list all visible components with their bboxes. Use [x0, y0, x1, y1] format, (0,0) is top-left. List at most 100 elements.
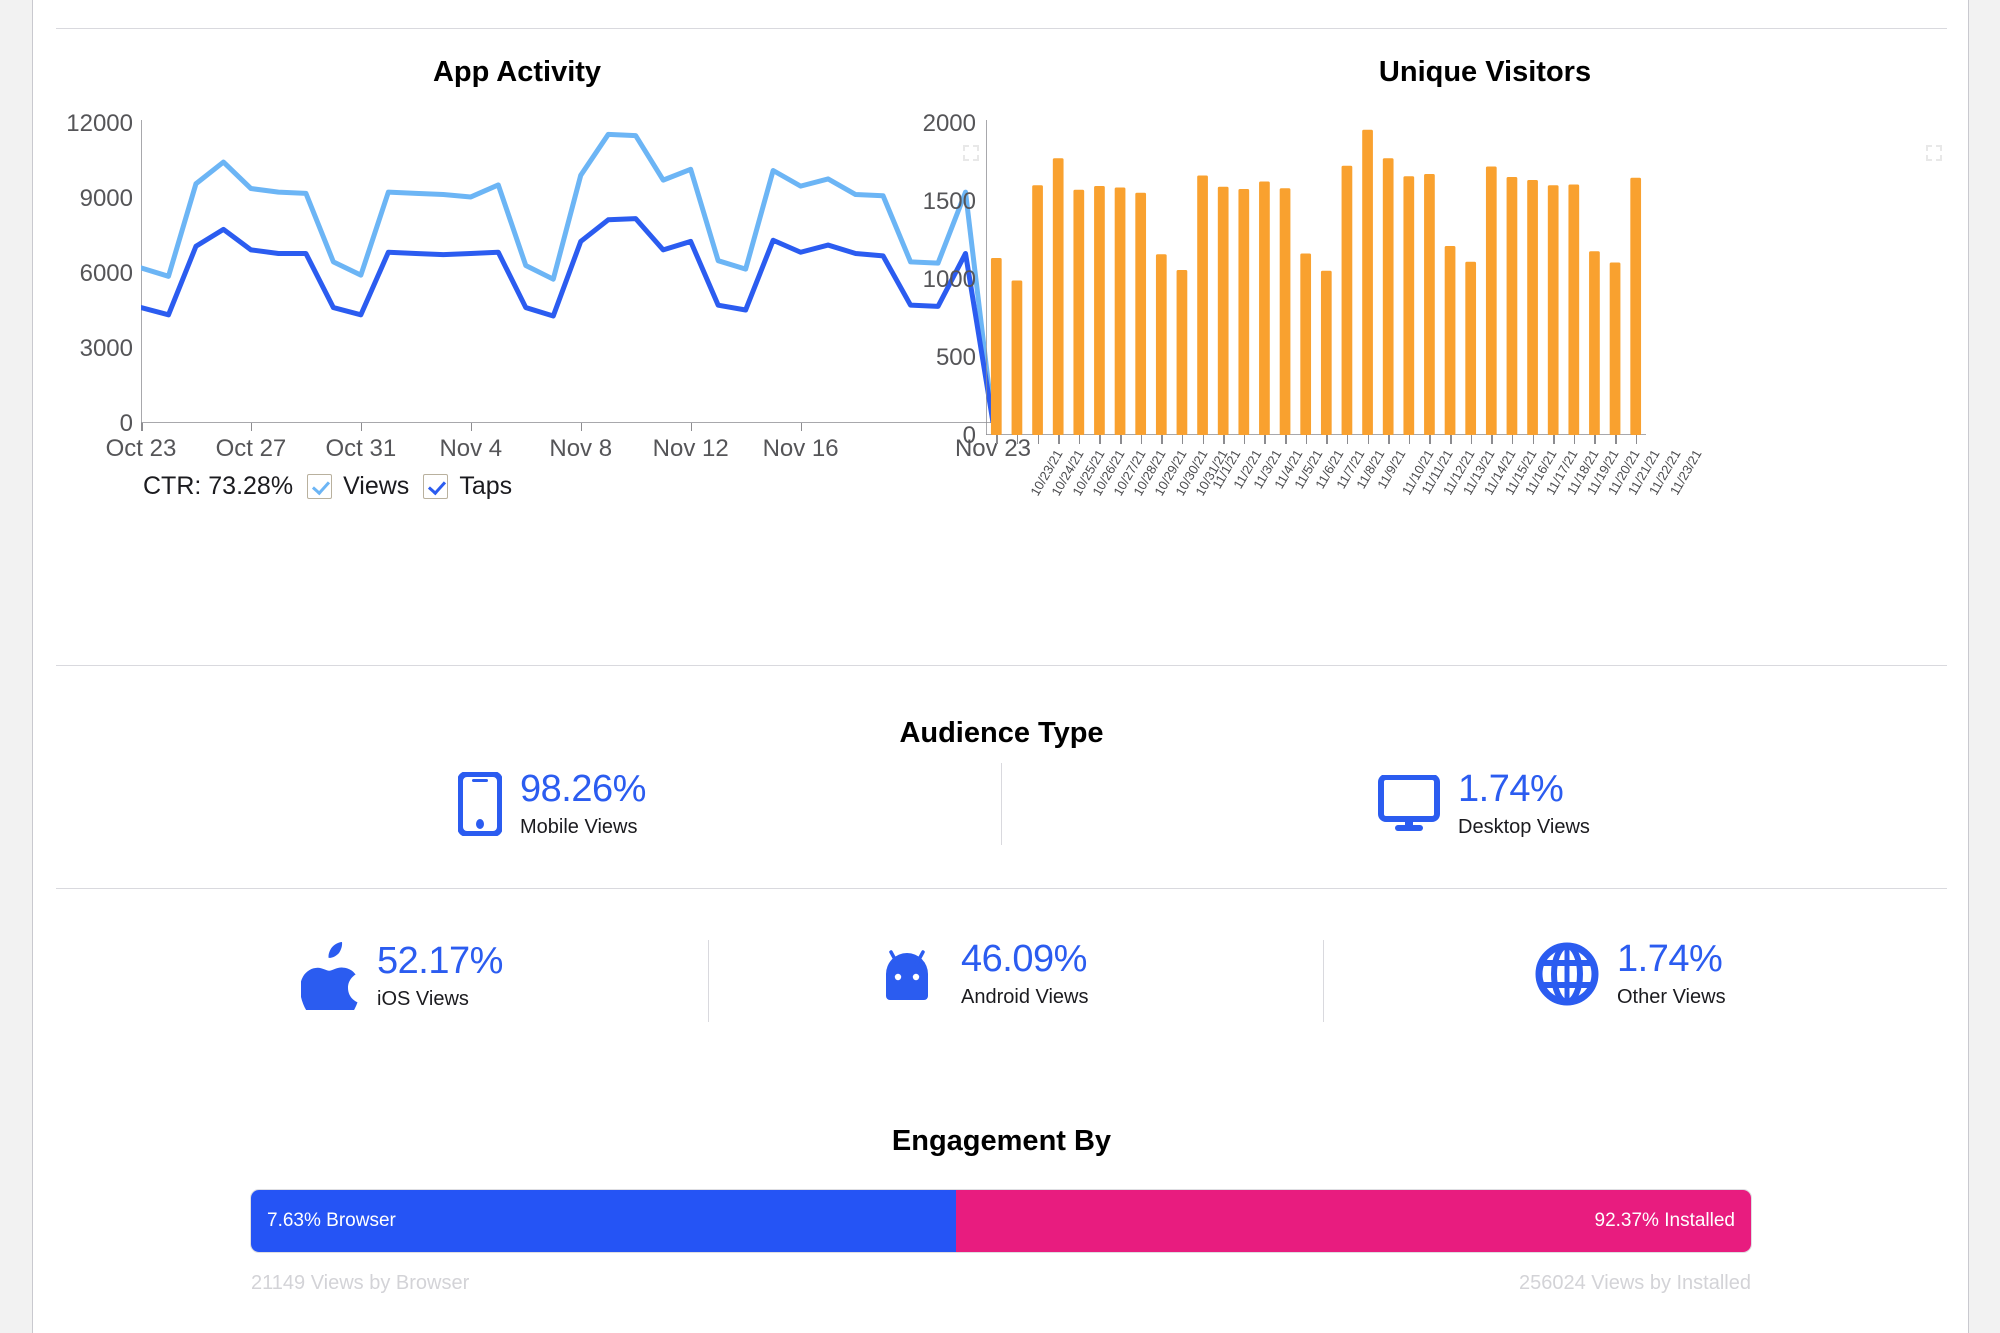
- unique-visitors-bar[interactable]: [1155, 254, 1167, 435]
- app-activity-x-tick: [250, 423, 253, 431]
- engagement-segment-installed[interactable]: 92.37% Installed: [956, 1190, 1751, 1252]
- unique-visitors-x-tick: [1161, 435, 1163, 444]
- unique-visitors-x-tick: [1243, 435, 1246, 444]
- unique-visitors-bar[interactable]: [1444, 246, 1456, 435]
- legend-item-taps[interactable]: Taps: [423, 472, 512, 501]
- unique-visitors-bar[interactable]: [1341, 165, 1353, 435]
- uv-y-tick-0: 0: [962, 422, 976, 449]
- unique-visitors-bar[interactable]: [1320, 270, 1332, 435]
- unique-visitors-bar[interactable]: [1630, 177, 1642, 435]
- apple-logo-icon: [301, 942, 358, 1010]
- unique-visitors-bar[interactable]: [1094, 186, 1105, 435]
- unique-visitors-bar[interactable]: [1032, 185, 1043, 435]
- app-activity-x-tick: [470, 423, 473, 431]
- unique-visitors-bar[interactable]: [1176, 270, 1188, 435]
- engagement-installed-label: 92.37% Installed: [1594, 1210, 1736, 1231]
- unique-visitors-bar[interactable]: [1362, 129, 1373, 435]
- unique-visitors-x-tick: [1635, 435, 1638, 444]
- unique-visitors-x-tick: [1285, 435, 1287, 444]
- audience-type-vertical-divider: [1001, 763, 1002, 845]
- views-label: Views: [343, 472, 410, 500]
- unique-visitors-bar[interactable]: [1609, 262, 1621, 436]
- unique-visitors-bar[interactable]: [1382, 158, 1394, 435]
- uv-y-tick-1000: 1000: [922, 266, 976, 293]
- unique-visitors-x-tick: [1367, 435, 1370, 444]
- uv-y-tick-1500: 1500: [922, 188, 976, 215]
- unique-visitors-x-tick: [1305, 435, 1308, 444]
- ios-views-percent: 52.17%: [377, 939, 503, 982]
- unique-visitors-bar[interactable]: [1259, 181, 1270, 436]
- unique-visitors-bar[interactable]: [1527, 180, 1538, 435]
- engagement-by-title: Engagement By: [891, 1125, 1112, 1157]
- unique-visitors-bar[interactable]: [1238, 189, 1250, 435]
- unique-visitors-bar[interactable]: [1568, 184, 1580, 436]
- other-views-label: Other Views: [1617, 986, 1726, 1008]
- audience-divider-top: [56, 665, 1947, 666]
- unique-visitors-bar[interactable]: [1506, 177, 1518, 435]
- unique-visitors-x-tick: [1450, 435, 1452, 444]
- unique-visitors-bar[interactable]: [1300, 253, 1312, 436]
- app-activity-x-label: Nov 16: [762, 435, 839, 462]
- ctr-value: CTR: 73.28%: [143, 472, 294, 500]
- taps-checkbox[interactable]: [423, 474, 449, 499]
- unique-visitors-bar[interactable]: [1589, 251, 1600, 435]
- legend-item-views[interactable]: Views: [307, 472, 409, 501]
- unique-visitors-x-tick: [1058, 435, 1060, 444]
- unique-visitors-bar[interactable]: [1465, 261, 1477, 435]
- unique-visitors-x-tick: [1202, 435, 1205, 444]
- unique-visitors-x-tick: [1573, 435, 1576, 444]
- stat-mobile-views: 98.26% Mobile Views: [458, 770, 646, 837]
- unique-visitors-bar[interactable]: [1011, 280, 1023, 436]
- unique-visitors-bar[interactable]: [1052, 158, 1064, 435]
- y-tick-0: 0: [119, 410, 133, 437]
- app-activity-x-tick: [580, 423, 583, 431]
- stat-ios-views: 52.17% iOS Views: [301, 940, 503, 1010]
- unique-visitors-x-tick: [1181, 435, 1184, 444]
- unique-visitors-bar[interactable]: [1073, 189, 1085, 435]
- unique-visitors-x-tick: [1594, 435, 1596, 444]
- y-tick-12000: 12000: [66, 110, 133, 137]
- app-activity-chart-panel: App Activity 12000 9000 6000 3000 0 Oct …: [33, 40, 1031, 640]
- desktop-views-label: Desktop Views: [1458, 816, 1590, 838]
- unique-visitors-bar[interactable]: [1114, 187, 1126, 436]
- engagement-browser-footer: 21149 Views by Browser: [251, 1272, 470, 1294]
- unique-visitors-x-tick: [1511, 435, 1514, 444]
- y-tick-6000: 6000: [79, 260, 133, 287]
- stat-android-views: 46.09% Android Views: [871, 940, 1088, 1007]
- app-activity-title: App Activity: [432, 56, 602, 88]
- unique-visitors-bar[interactable]: [1424, 174, 1435, 435]
- audience-type-title: Audience Type: [899, 717, 1104, 749]
- globe-icon: [1535, 942, 1599, 1005]
- app-activity-x-tick: [690, 423, 693, 431]
- unique-visitors-bar[interactable]: [1279, 188, 1291, 435]
- unique-visitors-expand-icon[interactable]: [1926, 145, 1942, 161]
- views-checkbox[interactable]: [307, 474, 333, 499]
- unique-visitors-bar[interactable]: [1403, 176, 1415, 435]
- mobile-views-percent: 98.26%: [520, 768, 646, 810]
- unique-visitors-bar[interactable]: [1135, 192, 1147, 435]
- desktop-monitor-icon: [1378, 774, 1440, 831]
- unique-visitors-bar[interactable]: [1547, 185, 1559, 435]
- engagement-segment-browser[interactable]: 7.63% Browser: [251, 1190, 956, 1252]
- uv-y-tick-2000: 2000: [922, 110, 976, 137]
- unique-visitors-x-tick: [1346, 435, 1349, 444]
- unique-visitors-plot: [986, 120, 1646, 435]
- platform-divider-1: [708, 940, 709, 1022]
- y-tick-9000: 9000: [79, 185, 133, 212]
- unique-visitors-x-tick: [1429, 435, 1431, 444]
- unique-visitors-chart-panel: Unique Visitors 2000 1500 1000 500 0 10/…: [923, 40, 1969, 640]
- unique-visitors-x-tick: [1491, 435, 1493, 444]
- unique-visitors-bar[interactable]: [1485, 166, 1497, 436]
- unique-visitors-x-tick: [1037, 435, 1040, 444]
- platform-divider-2: [1323, 940, 1324, 1022]
- engagement-bar: 7.63% Browser 92.37% Installed: [251, 1190, 1751, 1252]
- app-activity-plot: [141, 120, 993, 423]
- unique-visitors-bar[interactable]: [1197, 175, 1208, 436]
- unique-visitors-x-tick: [1223, 435, 1225, 444]
- unique-visitors-bar[interactable]: [990, 258, 1002, 435]
- desktop-views-percent: 1.74%: [1458, 768, 1564, 810]
- unique-visitors-bar[interactable]: [1217, 186, 1229, 435]
- unique-visitors-x-tick: [1078, 435, 1081, 444]
- unique-visitors-x-tick: [1388, 435, 1390, 444]
- unique-visitors-x-tick: [1016, 435, 1019, 444]
